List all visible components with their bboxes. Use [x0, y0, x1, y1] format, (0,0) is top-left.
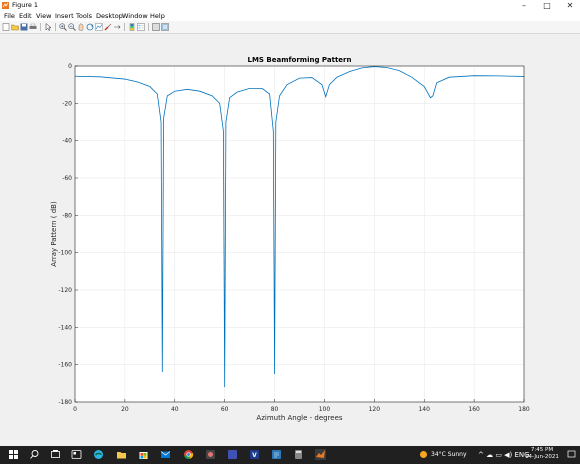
- x-tick-label: 80: [271, 406, 279, 413]
- calculator-icon[interactable]: [293, 449, 304, 460]
- plot-canvas: 0 20 40 60 80 100 120 140 160 180 0 -20 -40 -60 -80 -1…: [50, 56, 530, 422]
- menu-edit[interactable]: Edit: [19, 11, 32, 21]
- x-tick-label: 40: [171, 406, 179, 413]
- menu-bar: File Edit View Insert Tools Desktop Wind…: [0, 11, 580, 21]
- close-button[interactable]: ✕: [561, 0, 579, 11]
- menu-window[interactable]: Window: [122, 11, 148, 21]
- figure-toolbar: [0, 21, 580, 34]
- y-tick-label: -40: [62, 138, 72, 145]
- minimize-button[interactable]: –: [515, 0, 533, 11]
- y-tick-label: 0: [68, 63, 72, 70]
- clock-date: 14-Jun-2021: [525, 454, 559, 460]
- x-tick-label: 180: [518, 406, 530, 413]
- axes-background: [75, 66, 524, 402]
- chart-title: LMS Beamforming Pattern: [248, 56, 352, 64]
- toolbar-separator: [148, 23, 149, 31]
- x-tick-label: 140: [418, 406, 430, 413]
- open-file-icon[interactable]: [11, 23, 19, 31]
- figure-canvas-area: 0 20 40 60 80 100 120 140 160 180 0 -20 -40 -60 -80 -1…: [0, 34, 580, 446]
- menu-tools[interactable]: Tools: [76, 11, 92, 21]
- zoom-out-icon[interactable]: [68, 23, 76, 31]
- toolbar-separator: [40, 23, 41, 31]
- matlab-figure-icon: [2, 2, 9, 9]
- mail-icon[interactable]: [160, 449, 171, 460]
- x-tick-label: 0: [73, 406, 77, 413]
- clock-time: 7:45 PM: [530, 447, 554, 453]
- select-arrow-icon[interactable]: [44, 23, 52, 31]
- svg-text:V: V: [252, 452, 257, 459]
- y-tick-label: -80: [62, 212, 72, 219]
- y-tick-label: -180: [58, 399, 72, 406]
- y-tick-label: -20: [62, 100, 72, 107]
- figure-window: Figure 1 – □ ✕ File Edit View Insert Too…: [0, 0, 580, 446]
- x-tick-label: 60: [221, 406, 229, 413]
- menu-view[interactable]: View: [36, 11, 51, 21]
- x-tick-label: 160: [468, 406, 480, 413]
- search-icon[interactable]: [29, 449, 40, 460]
- title-bar: Figure 1 – □ ✕: [0, 0, 580, 11]
- matlab-icon[interactable]: [315, 449, 326, 460]
- link-plot-icon[interactable]: [113, 23, 121, 31]
- windows-start-icon[interactable]: [8, 449, 19, 460]
- notification-icon[interactable]: [566, 449, 577, 460]
- app-icon-1[interactable]: [205, 449, 216, 460]
- y-axis-label: Array Pattern ( dB): [50, 201, 58, 267]
- new-figure-icon[interactable]: [2, 23, 10, 31]
- windows-taskbar: V 34°C Sunny ^ ☁ ▭ ◀) ENG 7:45 PM 14-Jun…: [0, 446, 580, 464]
- x-axis-label: Azimuth Angle - degrees: [256, 414, 342, 422]
- data-cursor-icon[interactable]: [95, 23, 103, 31]
- rotate-3d-icon[interactable]: [86, 23, 94, 31]
- clock[interactable]: 7:45 PM 14-Jun-2021: [520, 447, 564, 463]
- y-tick-label: -60: [62, 175, 72, 182]
- widgets-icon[interactable]: [71, 449, 82, 460]
- toolbar-separator: [124, 23, 125, 31]
- maximize-button[interactable]: □: [538, 0, 556, 11]
- legend-icon[interactable]: [137, 23, 145, 31]
- menu-help[interactable]: Help: [150, 11, 165, 21]
- notepad-icon[interactable]: [271, 449, 282, 460]
- menu-desktop[interactable]: Desktop: [96, 11, 123, 21]
- store-icon[interactable]: [138, 449, 149, 460]
- pan-icon[interactable]: [77, 23, 85, 31]
- x-tick-label: 20: [121, 406, 129, 413]
- zoom-in-icon[interactable]: [59, 23, 67, 31]
- y-tick-label: -160: [58, 362, 72, 369]
- edge-icon[interactable]: [93, 449, 104, 460]
- x-tick-label: 100: [319, 406, 331, 413]
- show-plot-tools-icon[interactable]: [161, 23, 169, 31]
- colorbar-icon[interactable]: [128, 23, 136, 31]
- window-title: Figure 1: [12, 1, 39, 9]
- menu-file[interactable]: File: [4, 11, 15, 21]
- toolbar-separator: [55, 23, 56, 31]
- weather-sun-icon: [420, 451, 427, 458]
- file-explorer-icon[interactable]: [116, 449, 127, 460]
- vscode-icon[interactable]: V: [249, 449, 260, 460]
- task-view-icon[interactable]: [50, 449, 61, 460]
- y-tick-label: -100: [58, 250, 72, 257]
- hide-plot-tools-icon[interactable]: [152, 23, 160, 31]
- app-icon-2[interactable]: [227, 449, 238, 460]
- y-tick-label: -140: [58, 324, 72, 331]
- menu-insert[interactable]: Insert: [55, 11, 74, 21]
- y-tick-label: -120: [58, 287, 72, 294]
- brush-icon[interactable]: [104, 23, 112, 31]
- chrome-icon[interactable]: [183, 449, 194, 460]
- save-icon[interactable]: [20, 23, 28, 31]
- print-icon[interactable]: [29, 23, 37, 31]
- weather-text[interactable]: 34°C Sunny: [431, 446, 467, 464]
- x-tick-label: 120: [369, 406, 381, 413]
